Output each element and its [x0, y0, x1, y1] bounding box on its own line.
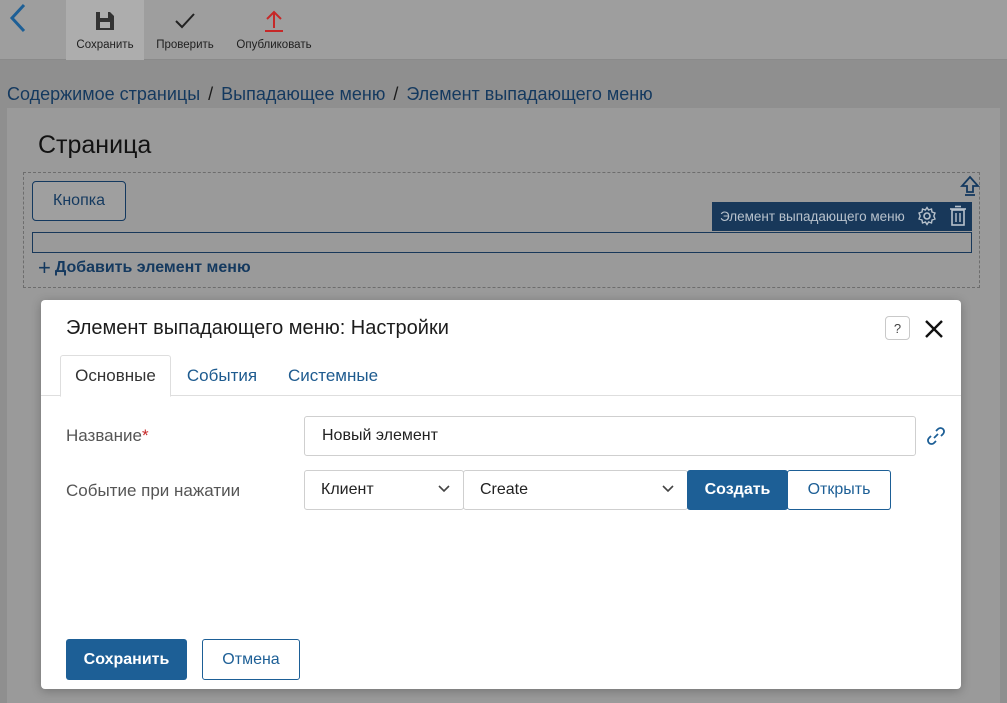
plus-icon: + [38, 255, 51, 280]
toolbar: Сохранить Проверить Опубликовать [0, 0, 1007, 60]
back-arrow-icon [9, 3, 26, 33]
toolbar-publish-label: Опубликовать [236, 39, 312, 51]
breadcrumb: Содержимое страницы / Выпадающее меню / … [7, 84, 653, 105]
page-button[interactable]: Кнопка [32, 181, 126, 221]
open-button[interactable]: Открыть [787, 470, 891, 510]
gear-icon[interactable] [917, 206, 937, 229]
move-up-icon[interactable] [959, 175, 981, 197]
selected-element-bar[interactable]: Элемент выпадающего меню [712, 202, 972, 231]
click-event-label: Событие при нажатии [66, 481, 241, 500]
toolbar-check-button[interactable]: Проверить [148, 0, 222, 60]
add-menu-item-label: Добавить элемент меню [54, 259, 251, 276]
add-menu-item-button[interactable]: + Добавить элемент меню [38, 255, 251, 280]
tab-system[interactable]: Системные [278, 355, 388, 397]
event-type-value: Клиент [321, 481, 374, 498]
toolbar-save-button[interactable]: Сохранить [66, 0, 144, 60]
menu-element-slot[interactable] [32, 232, 972, 253]
tab-basic[interactable]: Основные [60, 355, 171, 397]
floppy-disk-icon [94, 9, 116, 33]
required-mark: * [141, 426, 149, 445]
toolbar-save-label: Сохранить [76, 39, 134, 51]
modal-title: Элемент выпадающего меню: Настройки [66, 317, 449, 339]
save-button[interactable]: Сохранить [66, 639, 187, 680]
breadcrumb-separator: / [393, 84, 399, 104]
link-icon[interactable] [925, 425, 947, 447]
tab-events[interactable]: События [176, 355, 268, 397]
upload-arrow-icon [263, 9, 285, 33]
help-icon[interactable]: ? [885, 316, 910, 340]
breadcrumb-separator: / [208, 84, 214, 104]
back-button[interactable] [6, 2, 30, 34]
name-label-text: Название [66, 426, 142, 445]
cancel-button[interactable]: Отмена [202, 639, 300, 680]
breadcrumb-item[interactable]: Элемент выпадающего меню [406, 84, 652, 105]
settings-modal: Элемент выпадающего меню: Настройки ? Ос… [41, 300, 961, 689]
breadcrumb-item[interactable]: Выпадающее меню [221, 84, 385, 105]
create-button[interactable]: Создать [687, 470, 788, 510]
chevron-down-icon [438, 485, 450, 493]
event-action-value: Create [480, 481, 529, 498]
name-field-label: Название* [66, 426, 149, 446]
selected-element-label: Элемент выпадающего меню [720, 209, 905, 224]
page-title: Страница [38, 131, 152, 159]
trash-icon[interactable] [948, 205, 968, 230]
modal-tabs: Основные События Системные [41, 354, 961, 397]
breadcrumb-item[interactable]: Содержимое страницы [7, 84, 200, 105]
event-type-select[interactable]: Клиент [304, 470, 464, 510]
chevron-down-icon [662, 485, 674, 493]
toolbar-check-label: Проверить [156, 39, 214, 51]
close-icon[interactable] [923, 318, 945, 340]
name-input[interactable] [304, 416, 916, 456]
toolbar-publish-button[interactable]: Опубликовать [228, 0, 320, 60]
checkmark-icon [173, 9, 197, 33]
event-action-select[interactable]: Create [463, 470, 688, 510]
